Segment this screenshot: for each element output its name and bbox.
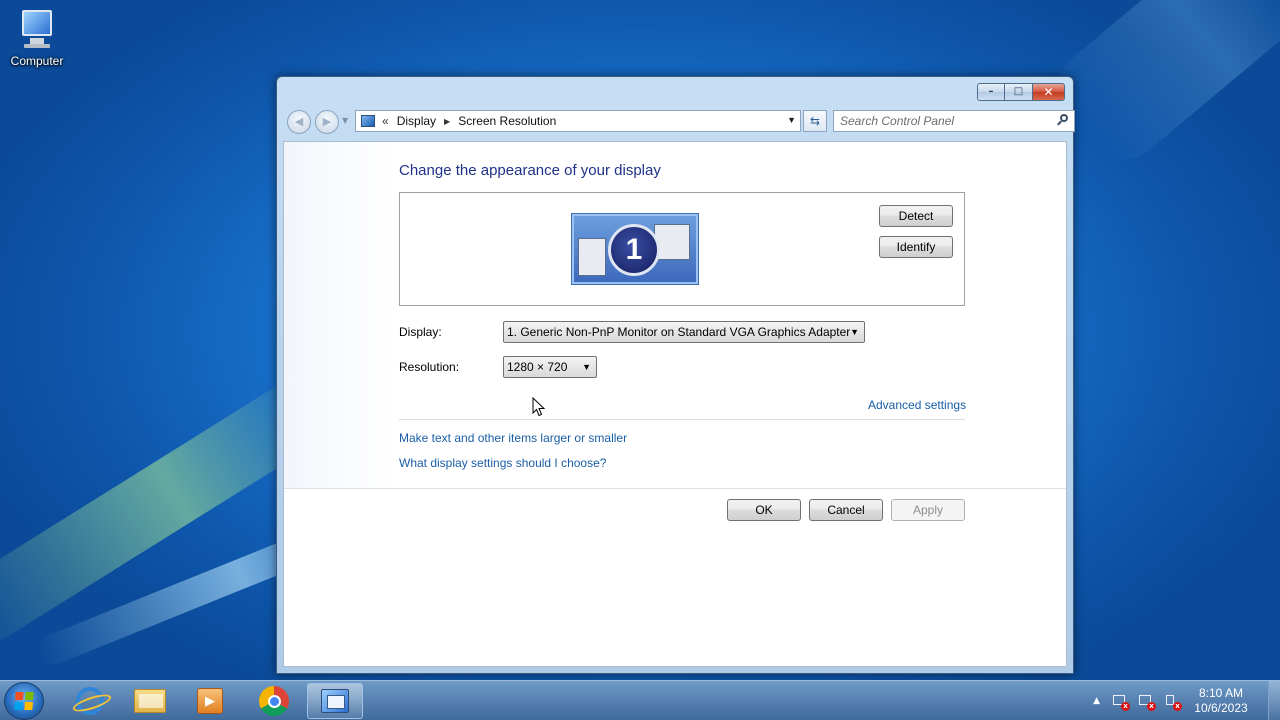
display-select-value: 1. Generic Non-PnP Monitor on Standard V…: [507, 325, 851, 339]
start-button[interactable]: [4, 682, 44, 720]
breadcrumb-separator-icon[interactable]: ▶: [444, 117, 450, 126]
address-bar[interactable]: « Display ▶ Screen Resolution ▼: [355, 110, 801, 132]
minimize-icon: –: [988, 86, 994, 97]
back-arrow-icon: ◀: [294, 115, 304, 128]
search-box[interactable]: [833, 110, 1075, 132]
media-player-icon: ▶: [197, 688, 223, 714]
taskbar-control-panel[interactable]: [307, 683, 363, 719]
forward-arrow-icon: ▶: [322, 115, 332, 128]
ok-button[interactable]: OK: [727, 499, 801, 521]
address-overflow-chevron[interactable]: «: [382, 114, 389, 128]
resolution-label: Resolution:: [399, 360, 460, 374]
close-button[interactable]: ✕: [1033, 83, 1065, 101]
refresh-icon: ⇆: [809, 114, 821, 128]
taskbar-windows-explorer[interactable]: [122, 683, 178, 719]
taskbar-internet-explorer[interactable]: [62, 683, 118, 719]
clock-time: 8:10 AM: [1198, 686, 1244, 700]
breadcrumb-display[interactable]: Display: [397, 114, 436, 128]
action-center-icon[interactable]: x: [1112, 693, 1130, 711]
show-hidden-icons-button[interactable]: ▲: [1093, 696, 1100, 706]
monitor-1-thumbnail[interactable]: 1: [571, 213, 699, 285]
window-controls: – □ ✕: [977, 83, 1065, 101]
make-text-larger-link[interactable]: Make text and other items larger or smal…: [399, 431, 627, 445]
identify-button[interactable]: Identify: [879, 236, 953, 258]
navigation-bar: ◀ ▶ ▼ « Display ▶ Screen Resolution ▼ ⇆: [285, 107, 1075, 137]
display-label: Display:: [399, 325, 442, 339]
chrome-icon: [259, 686, 289, 716]
mouse-cursor-icon: [532, 397, 546, 417]
detect-button[interactable]: Detect: [879, 205, 953, 227]
folder-icon: [134, 689, 166, 713]
maximize-button[interactable]: □: [1005, 83, 1033, 101]
cancel-button[interactable]: Cancel: [809, 499, 883, 521]
computer-icon: [14, 8, 60, 52]
resolution-select[interactable]: 1280 × 720 ▼: [503, 356, 597, 378]
address-dropdown-icon[interactable]: ▼: [787, 115, 796, 125]
forward-button[interactable]: ▶: [315, 110, 339, 134]
desktop-icon-computer[interactable]: Computer: [4, 8, 70, 68]
breadcrumb-screen-resolution[interactable]: Screen Resolution: [458, 114, 556, 128]
wallpaper-light-beam: [1041, 0, 1280, 176]
resolution-select-value: 1280 × 720: [507, 360, 568, 374]
taskbar-media-player[interactable]: ▶: [182, 683, 238, 719]
control-panel-icon: [321, 689, 349, 713]
chevron-down-icon: ▼: [582, 362, 591, 372]
refresh-button[interactable]: ⇆: [803, 110, 827, 132]
minimize-button[interactable]: –: [977, 83, 1005, 101]
system-tray: ▲ x x x 8:10 AM 10/6/2023: [1093, 681, 1280, 720]
page-title: Change the appearance of your display: [399, 162, 661, 179]
taskbar-google-chrome[interactable]: [246, 683, 302, 719]
monitor-arrangement-panel: 1 Detect Identify: [399, 192, 965, 306]
divider: [284, 488, 1066, 489]
display-select[interactable]: 1. Generic Non-PnP Monitor on Standard V…: [503, 321, 865, 343]
display-settings-help-link[interactable]: What display settings should I choose?: [399, 456, 606, 470]
apply-button[interactable]: Apply: [891, 499, 965, 521]
windows-logo-icon: [14, 692, 34, 710]
monitor-number: 1: [608, 224, 660, 276]
recent-pages-dropdown[interactable]: ▼: [342, 116, 348, 125]
show-desktop-button[interactable]: [1268, 681, 1280, 720]
search-input[interactable]: [834, 111, 1044, 131]
network-icon[interactable]: x: [1138, 693, 1156, 711]
desktop-icon-label: Computer: [10, 54, 64, 68]
close-icon: ✕: [1043, 85, 1054, 99]
volume-icon[interactable]: x: [1164, 693, 1182, 711]
content-pane: Change the appearance of your display 1 …: [283, 141, 1067, 667]
back-button[interactable]: ◀: [287, 110, 311, 134]
search-icon[interactable]: [1057, 114, 1069, 126]
taskbar: ▶ ▲ x x x 8:10 AM 10/6/2023: [0, 680, 1280, 720]
chevron-down-icon: ▼: [850, 327, 859, 337]
control-panel-icon: [361, 115, 375, 127]
advanced-settings-link[interactable]: Advanced settings: [868, 398, 966, 412]
clock-date: 10/6/2023: [1194, 701, 1248, 715]
internet-explorer-icon: [76, 687, 104, 715]
desktop: Computer – □ ✕ ◀ ▶ ▼ « Display ▶ Screen …: [0, 0, 1280, 680]
screen-resolution-window: – □ ✕ ◀ ▶ ▼ « Display ▶ Screen Resolutio…: [276, 76, 1075, 674]
clock[interactable]: 8:10 AM 10/6/2023: [1190, 686, 1252, 716]
maximize-icon: □: [1013, 86, 1024, 97]
divider: [399, 419, 965, 420]
